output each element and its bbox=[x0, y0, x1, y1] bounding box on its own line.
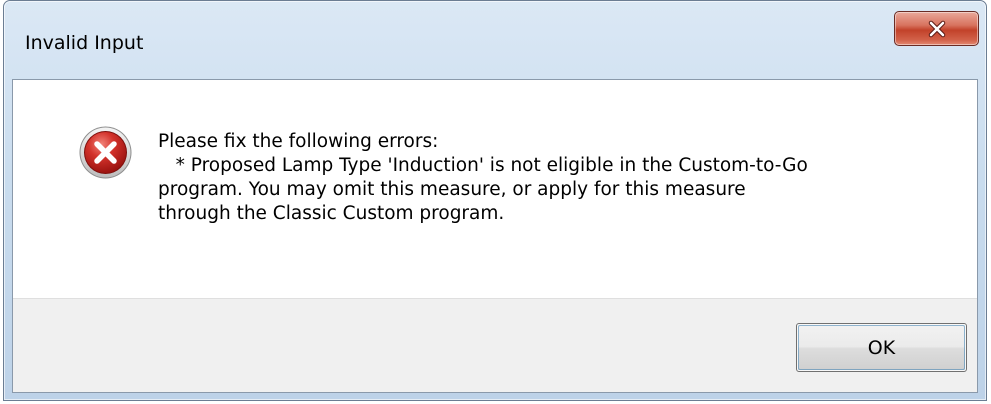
ok-button[interactable]: OK bbox=[796, 323, 967, 372]
title-bar[interactable]: Invalid Input bbox=[4, 1, 986, 79]
error-icon bbox=[78, 125, 133, 180]
close-button[interactable] bbox=[894, 11, 979, 46]
error-message: Please fix the following errors: * Propo… bbox=[158, 130, 958, 226]
window-title: Invalid Input bbox=[25, 32, 144, 54]
message-line: * Proposed Lamp Type 'Induction' is not … bbox=[158, 155, 808, 176]
message-line: Please fix the following errors: bbox=[158, 131, 439, 152]
close-icon bbox=[895, 12, 978, 45]
message-area: Please fix the following errors: * Propo… bbox=[13, 80, 977, 298]
message-line: program. You may omit this measure, or a… bbox=[158, 179, 746, 200]
dialog-window: Invalid Input Please fix the following e… bbox=[3, 0, 987, 401]
button-bar: OK bbox=[13, 298, 977, 392]
message-line: through the Classic Custom program. bbox=[158, 203, 505, 224]
dialog-body: Please fix the following errors: * Propo… bbox=[12, 79, 978, 393]
